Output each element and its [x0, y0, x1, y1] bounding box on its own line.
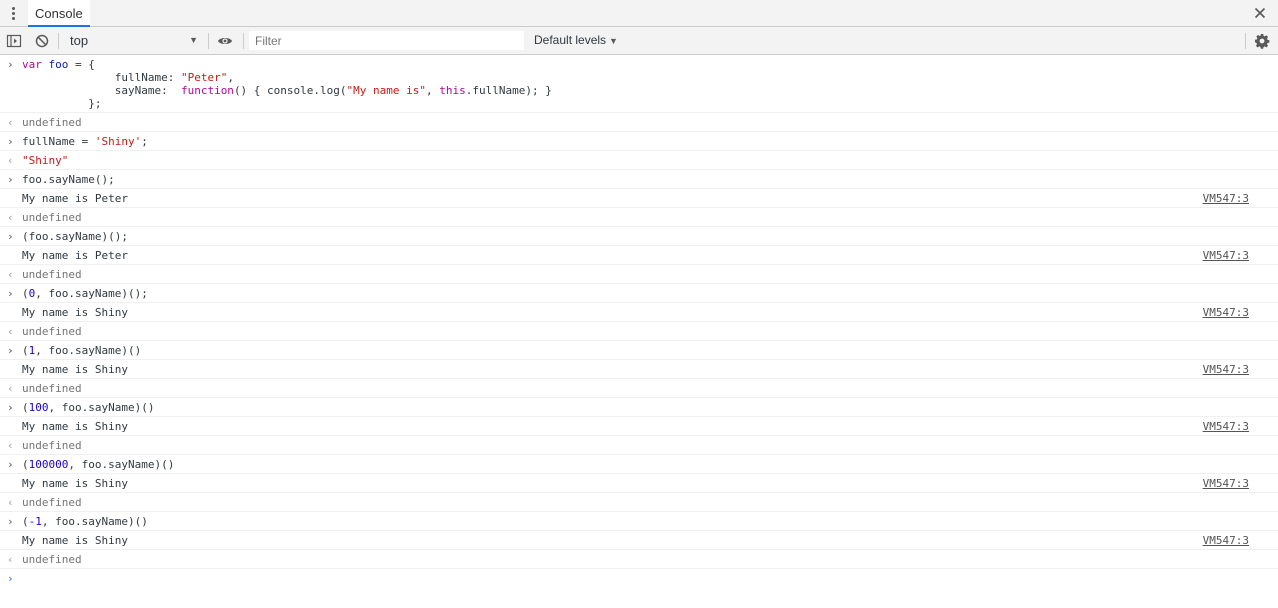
console-result-message: ‹ undefined — [0, 493, 1278, 512]
input-chevron-icon: › — [7, 58, 14, 71]
console-result-message: ‹ undefined — [0, 113, 1278, 132]
input-chevron-icon: › — [7, 401, 14, 414]
message-text: fullName = 'Shiny'; — [22, 135, 148, 148]
result-arrow-icon: ‹ — [7, 496, 14, 509]
input-chevron-icon: › — [7, 458, 14, 471]
source-link[interactable]: VM547:3 — [1203, 192, 1249, 205]
result-arrow-icon: ‹ — [7, 325, 14, 338]
message-text: My name is Shiny — [22, 477, 128, 490]
source-link[interactable]: VM547:3 — [1203, 249, 1249, 262]
input-chevron-icon: › — [7, 287, 14, 300]
more-options-icon[interactable] — [9, 6, 19, 22]
message-text: My name is Shiny — [22, 363, 128, 376]
filter-input[interactable] — [249, 31, 524, 50]
drawer-tab-bar: Console — [0, 0, 1278, 27]
message-text: My name is Peter — [22, 192, 128, 205]
console-log-message: My name is Shiny VM547:3 — [0, 531, 1278, 550]
message-text: (-1, foo.sayName)() — [22, 515, 148, 528]
message-text: (foo.sayName)(); — [22, 230, 128, 243]
console-input-message: › (100000, foo.sayName)() — [0, 455, 1278, 474]
result-arrow-icon: ‹ — [7, 553, 14, 566]
message-text: undefined — [22, 439, 82, 452]
console-input-message: › var foo = { fullName: "Peter", sayName:… — [0, 55, 1278, 113]
message-text: "Shiny" — [22, 154, 69, 167]
console-log-message: My name is Shiny VM547:3 — [0, 474, 1278, 493]
message-text: undefined — [22, 382, 82, 395]
message-text: undefined — [22, 496, 82, 509]
message-text: (0, foo.sayName)(); — [22, 287, 148, 300]
console-log-message: My name is Shiny VM547:3 — [0, 417, 1278, 436]
close-icon[interactable] — [1252, 5, 1268, 21]
message-text: (100000, foo.sayName)() — [22, 458, 175, 471]
message-text: My name is Shiny — [22, 420, 128, 433]
console-result-message: ‹ undefined — [0, 322, 1278, 341]
toolbar-divider — [208, 33, 209, 49]
tab-console[interactable]: Console — [28, 0, 90, 27]
console-log-message: My name is Peter VM547:3 — [0, 246, 1278, 265]
source-link[interactable]: VM547:3 — [1203, 477, 1249, 490]
message-text: undefined — [22, 211, 82, 224]
console-input-message: › (foo.sayName)(); — [0, 227, 1278, 246]
prompt-chevron-icon: › — [7, 572, 14, 585]
toolbar-divider — [1245, 33, 1246, 49]
console-input-message: › (100, foo.sayName)() — [0, 398, 1278, 417]
result-arrow-icon: ‹ — [7, 116, 14, 129]
console-input-message: › fullName = 'Shiny'; — [0, 132, 1278, 151]
toolbar-divider — [58, 33, 59, 49]
log-levels-dropdown[interactable]: Default levels ▼ — [534, 31, 618, 50]
settings-gear-icon[interactable] — [1254, 33, 1270, 49]
context-selector[interactable]: top ▼ — [63, 30, 203, 51]
message-text: undefined — [22, 325, 82, 338]
console-log-message: My name is Peter VM547:3 — [0, 189, 1278, 208]
console-log-message: My name is Shiny VM547:3 — [0, 360, 1278, 379]
console-result-message: ‹ undefined — [0, 208, 1278, 227]
message-text: foo.sayName(); — [22, 173, 115, 186]
message-text: (1, foo.sayName)() — [22, 344, 142, 357]
result-arrow-icon: ‹ — [7, 154, 14, 167]
result-arrow-icon: ‹ — [7, 439, 14, 452]
message-text: undefined — [22, 116, 82, 129]
sidebar-toggle-icon[interactable] — [6, 33, 22, 49]
context-value: top — [70, 33, 89, 48]
input-chevron-icon: › — [7, 515, 14, 528]
console-toolbar: top ▼ Default levels▼ — [0, 27, 1278, 55]
console-result-message: ‹ undefined — [0, 265, 1278, 284]
console-input-message: › foo.sayName(); — [0, 170, 1278, 189]
console-result-message: ‹ undefined — [0, 436, 1278, 455]
console-input-message: › (1, foo.sayName)() — [0, 341, 1278, 360]
chevron-down-icon: ▼ — [189, 35, 198, 45]
message-text: undefined — [22, 553, 82, 566]
input-chevron-icon: › — [7, 344, 14, 357]
console-log-message: My name is Shiny VM547:3 — [0, 303, 1278, 322]
chevron-down-icon: ▼ — [609, 36, 618, 46]
message-text: (100, foo.sayName)() — [22, 401, 155, 414]
console-result-message: ‹ "Shiny" — [0, 151, 1278, 170]
result-arrow-icon: ‹ — [7, 382, 14, 395]
input-chevron-icon: › — [7, 173, 14, 186]
input-chevron-icon: › — [7, 230, 14, 243]
clear-console-icon[interactable] — [34, 33, 50, 49]
toolbar-divider — [243, 33, 244, 49]
source-link[interactable]: VM547:3 — [1203, 306, 1249, 319]
console-input-message: › (-1, foo.sayName)() — [0, 512, 1278, 531]
console-prompt[interactable]: › — [0, 569, 1278, 587]
console-result-message: ‹ undefined — [0, 550, 1278, 569]
message-text: My name is Peter — [22, 249, 128, 262]
message-text: undefined — [22, 268, 82, 281]
eye-icon[interactable] — [217, 33, 233, 49]
source-link[interactable]: VM547:3 — [1203, 420, 1249, 433]
source-link[interactable]: VM547:3 — [1203, 534, 1249, 547]
input-chevron-icon: › — [7, 135, 14, 148]
source-link[interactable]: VM547:3 — [1203, 363, 1249, 376]
console-input-message: › (0, foo.sayName)(); — [0, 284, 1278, 303]
message-text: var foo = { fullName: "Peter", sayName: … — [22, 58, 552, 110]
message-text: My name is Shiny — [22, 534, 128, 547]
console-result-message: ‹ undefined — [0, 379, 1278, 398]
result-arrow-icon: ‹ — [7, 211, 14, 224]
console-messages: › var foo = { fullName: "Peter", sayName:… — [0, 55, 1278, 608]
message-text: My name is Shiny — [22, 306, 128, 319]
levels-label: Default levels — [534, 33, 607, 47]
result-arrow-icon: ‹ — [7, 268, 14, 281]
